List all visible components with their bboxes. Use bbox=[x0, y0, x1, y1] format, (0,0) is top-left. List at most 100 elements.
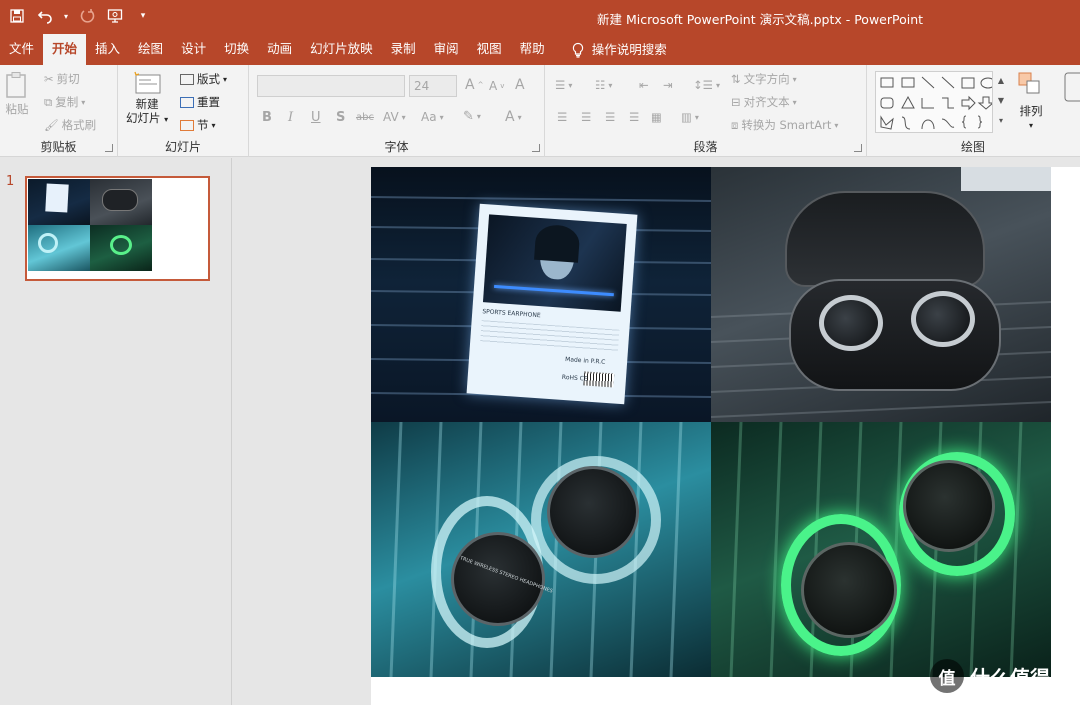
box-model-photo bbox=[482, 214, 627, 312]
current-slide[interactable]: SPORTS EARPHONE Made in P.R.C RoHS CE TR… bbox=[371, 167, 1080, 705]
clipboard-group-label: 剪贴板 bbox=[40, 140, 77, 154]
copy-button[interactable]: ⧉ 复制 ▾ bbox=[44, 94, 85, 110]
scroll-up-icon[interactable]: ▲ bbox=[993, 71, 1009, 91]
underline-button[interactable]: U bbox=[311, 110, 321, 125]
reset-icon bbox=[180, 96, 194, 108]
section-button[interactable]: 节 ▾ bbox=[180, 117, 216, 133]
arrange-button[interactable]: 排列 ▾ bbox=[1017, 71, 1045, 130]
layout-button[interactable]: 版式 ▾ bbox=[180, 71, 227, 87]
new-slide-label-2-text: 幻灯片 bbox=[126, 111, 161, 125]
chevron-down-icon: ▾ bbox=[211, 120, 216, 130]
chevron-down-icon: ▾ bbox=[81, 97, 86, 107]
photo-earbuds-green[interactable] bbox=[711, 422, 1051, 677]
box-title: SPORTS EARPHONE bbox=[482, 308, 541, 320]
watermark-logo: 值 bbox=[930, 659, 964, 693]
text-direction-button[interactable]: ⇅ 文字方向 ▾ bbox=[731, 71, 797, 87]
grow-font-button[interactable]: A ^ bbox=[465, 77, 483, 93]
align-left-icon: ☰ bbox=[557, 110, 568, 124]
title-bar: ▾ ▾ 新建 Microsoft PowerPoint 演示文稿.pptx - … bbox=[0, 0, 1080, 34]
thumb-photo-2 bbox=[90, 179, 152, 225]
convert-smartart-button[interactable]: ⧈ 转换为 SmartArt ▾ bbox=[731, 117, 838, 133]
tab-design[interactable]: 设计 bbox=[172, 34, 215, 65]
tab-draw[interactable]: 绘图 bbox=[129, 34, 172, 65]
line-spacing-button[interactable]: ↕☰ ▾ bbox=[693, 78, 720, 92]
font-color-icon: A bbox=[505, 109, 515, 125]
clear-format-button[interactable]: A bbox=[515, 77, 525, 93]
justify-button[interactable]: ☰ bbox=[629, 110, 639, 124]
smartart-icon: ⧈ bbox=[731, 117, 739, 132]
char-spacing-button[interactable]: AV ▾ bbox=[383, 110, 406, 124]
drawing-group: ▲ ▼ ▾ 排列 ▾ 绘图 bbox=[867, 65, 1080, 157]
numbering-button[interactable]: ☷ ▾ bbox=[595, 78, 612, 92]
clipboard-icon bbox=[6, 72, 26, 98]
align-text-label: 对齐文本 bbox=[743, 95, 790, 109]
search-label: 操作说明搜索 bbox=[591, 41, 667, 57]
font-group-label: 字体 bbox=[384, 140, 409, 154]
model-hair bbox=[534, 223, 581, 263]
paste-button[interactable]: 粘贴 bbox=[5, 71, 29, 117]
format-painter-button[interactable]: 🖌 格式刷 bbox=[44, 117, 96, 133]
grow-font-icon: A bbox=[465, 77, 475, 93]
tab-record[interactable]: 录制 bbox=[382, 34, 425, 65]
photo-earbuds-cyan[interactable]: TRUE WIRELESS STEREO HEADPHONES bbox=[371, 422, 711, 677]
distributed-button[interactable]: ▦ bbox=[651, 110, 662, 124]
strikethrough-button[interactable]: abc bbox=[356, 112, 374, 123]
glow-body-right bbox=[903, 460, 995, 552]
align-right-icon: ☰ bbox=[605, 110, 616, 124]
tab-home[interactable]: 开始 bbox=[43, 34, 87, 65]
shrink-font-button[interactable]: Av bbox=[489, 79, 504, 93]
shadow-button[interactable]: S bbox=[336, 110, 345, 125]
tab-review[interactable]: 审阅 bbox=[425, 34, 468, 65]
photo-earphone-box[interactable]: SPORTS EARPHONE Made in P.R.C RoHS CE bbox=[371, 167, 711, 422]
smartart-label: 转换为 SmartArt bbox=[741, 118, 832, 132]
columns-icon: ▥ bbox=[681, 110, 692, 124]
bold-button[interactable]: B bbox=[262, 110, 272, 125]
columns-button[interactable]: ▥ ▾ bbox=[681, 110, 699, 124]
increase-indent-button[interactable]: ⇥ bbox=[663, 78, 673, 92]
more-icon[interactable]: ▾ bbox=[993, 111, 1009, 131]
cut-button[interactable]: ✂ 剪切 bbox=[44, 71, 80, 87]
thumb-photo-4 bbox=[90, 225, 152, 271]
align-text-button[interactable]: ⊟ 对齐文本 ▾ bbox=[731, 94, 797, 110]
chevron-down-icon: ▾ bbox=[792, 97, 797, 107]
tab-file[interactable]: 文件 bbox=[0, 34, 43, 65]
new-slide-label-2: 幻灯片 ▾ bbox=[126, 111, 168, 127]
tab-slideshow[interactable]: 幻灯片放映 bbox=[301, 34, 382, 65]
tell-me-search[interactable]: 操作说明搜索 bbox=[554, 34, 676, 65]
align-left-button[interactable]: ☰ bbox=[557, 110, 567, 124]
bullets-button[interactable]: ☰ ▾ bbox=[555, 78, 572, 92]
font-size-box[interactable]: 24 bbox=[409, 75, 457, 97]
tab-insert[interactable]: 插入 bbox=[86, 34, 129, 65]
slide-thumbnail[interactable] bbox=[25, 176, 210, 281]
scroll-down-icon[interactable]: ▼ bbox=[993, 91, 1009, 111]
chevron-down-icon: ▾ bbox=[608, 80, 613, 90]
highlight-button[interactable]: ✎ ▾ bbox=[463, 109, 481, 124]
italic-button[interactable]: I bbox=[288, 110, 293, 125]
quick-styles-button[interactable] bbox=[1063, 71, 1080, 105]
tab-transitions[interactable]: 切换 bbox=[215, 34, 258, 65]
left-earbud bbox=[819, 295, 883, 351]
shapes-icon bbox=[880, 76, 996, 130]
increase-indent-icon: ⇥ bbox=[663, 78, 673, 92]
tab-animations[interactable]: 动画 bbox=[258, 34, 301, 65]
new-slide-button[interactable]: 新建 幻灯片 ▾ bbox=[126, 71, 168, 127]
photo-charging-case[interactable] bbox=[711, 167, 1051, 422]
align-center-button[interactable]: ☰ bbox=[581, 110, 591, 124]
reset-button[interactable]: 重置 bbox=[180, 94, 220, 110]
char-spacing-icon: AV bbox=[383, 110, 399, 124]
align-right-button[interactable]: ☰ bbox=[605, 110, 615, 124]
tab-help[interactable]: 帮助 bbox=[511, 34, 554, 65]
chevron-down-icon: ▾ bbox=[792, 74, 797, 84]
dialog-launcher-icon[interactable] bbox=[532, 144, 540, 152]
gallery-scroll[interactable]: ▲ ▼ ▾ bbox=[992, 71, 1009, 133]
text-direction-label: 文字方向 bbox=[743, 72, 790, 86]
change-case-button[interactable]: Aa ▾ bbox=[421, 110, 444, 124]
shapes-gallery[interactable] bbox=[875, 71, 1009, 133]
tab-view[interactable]: 视图 bbox=[468, 34, 511, 65]
font-name-box[interactable] bbox=[257, 75, 405, 97]
decrease-indent-button[interactable]: ⇤ bbox=[639, 78, 649, 92]
made-in: Made in P.R.C bbox=[564, 356, 606, 366]
dialog-launcher-icon[interactable] bbox=[105, 144, 113, 152]
font-color-button[interactable]: A ▾ bbox=[505, 109, 522, 125]
section-icon bbox=[180, 119, 194, 131]
